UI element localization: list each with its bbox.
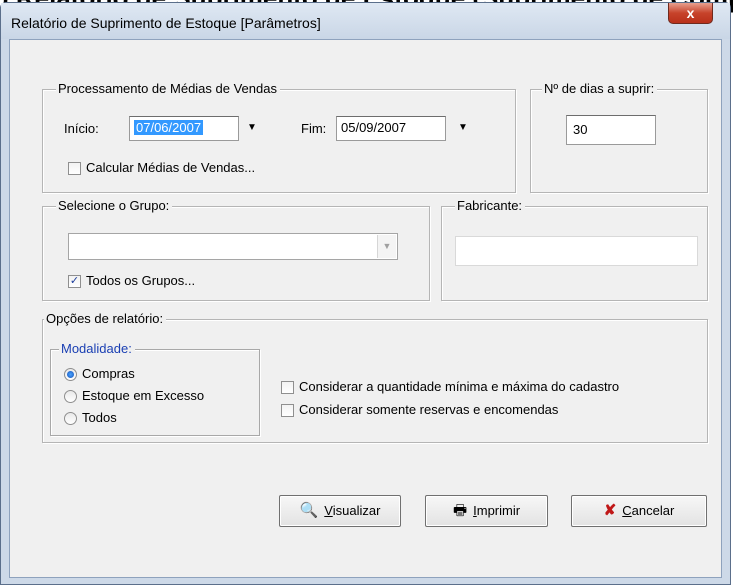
visualizar-label: isualizar bbox=[332, 503, 381, 518]
checkmark-icon: ✓ bbox=[69, 275, 80, 287]
reservas-checkbox[interactable] bbox=[281, 404, 294, 417]
radio-compras-label: Compras bbox=[82, 366, 135, 381]
dias-group: Nº de dias a suprir: 30 bbox=[530, 81, 708, 193]
dias-value: 30 bbox=[573, 122, 588, 137]
inicio-date-field[interactable]: 07/06/2007 bbox=[129, 116, 239, 141]
opcoes-legend: Opções de relatório: bbox=[44, 311, 167, 326]
calcular-checkbox[interactable] bbox=[68, 162, 81, 175]
cancelar-button[interactable]: ✘ Cancelar bbox=[571, 495, 707, 527]
modalidade-group: Modalidade: Compras Estoque em Excesso T… bbox=[50, 341, 260, 436]
fim-dropdown-icon[interactable]: ▼ bbox=[458, 122, 468, 133]
dias-input[interactable]: 30 bbox=[566, 115, 656, 145]
grupo-combobox[interactable]: ▼ bbox=[68, 233, 398, 260]
reservas-label: Considerar somente reservas e encomendas bbox=[299, 402, 559, 417]
radio-compras[interactable] bbox=[64, 368, 77, 381]
cancelar-mnemonic: C bbox=[622, 503, 632, 518]
medias-group: Processamento de Médias de Vendas Início… bbox=[42, 81, 516, 193]
fim-value: 05/09/2007 bbox=[341, 120, 407, 135]
todos-grupos-checkbox[interactable]: ✓ bbox=[68, 275, 81, 288]
zoom-icon: 🔍 bbox=[299, 502, 319, 519]
fabricante-group: Fabricante: bbox=[441, 198, 708, 301]
radio-todos[interactable] bbox=[64, 412, 77, 425]
fabricante-input[interactable] bbox=[455, 236, 698, 266]
title-bar: Relatório de Suprimento de Estoque [Parâ… bbox=[1, 3, 730, 39]
radio-todos-label: Todos bbox=[82, 410, 117, 425]
cancelar-label: ancelar bbox=[631, 503, 675, 518]
grupo-group: Selecione o Grupo: ▼ ✓ Todos os Grupos..… bbox=[42, 198, 430, 301]
inicio-dropdown-icon[interactable]: ▼ bbox=[247, 122, 257, 133]
minmax-label: Considerar a quantidade mínima e máxima … bbox=[299, 379, 620, 394]
dialog-client-area: Processamento de Médias de Vendas Início… bbox=[9, 39, 722, 578]
opcoes-group: Opções de relatório: Modalidade: Compras… bbox=[42, 311, 708, 443]
cancel-x-icon: ✘ bbox=[603, 502, 617, 519]
minmax-checkbox[interactable] bbox=[281, 381, 294, 394]
fabricante-legend: Fabricante: bbox=[455, 198, 526, 213]
radio-estoque-excesso[interactable] bbox=[64, 390, 77, 403]
medias-legend: Processamento de Médias de Vendas bbox=[56, 81, 280, 96]
radio-estoque-excesso-label: Estoque em Excesso bbox=[82, 388, 205, 403]
close-button[interactable]: x bbox=[668, 3, 713, 24]
inicio-value: 07/06/2007 bbox=[134, 120, 204, 135]
todos-grupos-label: Todos os Grupos... bbox=[86, 273, 196, 288]
fim-label: Fim: bbox=[301, 121, 327, 136]
grupo-legend: Selecione o Grupo: bbox=[56, 198, 173, 213]
grupo-combo-arrow-icon[interactable]: ▼ bbox=[377, 235, 396, 258]
dias-legend: Nº de dias a suprir: bbox=[542, 81, 658, 96]
calcular-label: Calcular Médias de Vendas... bbox=[86, 160, 256, 175]
imprimir-label: mprimir bbox=[476, 503, 521, 518]
printer-icon: 🖶 bbox=[452, 502, 468, 519]
imprimir-button[interactable]: 🖶 Imprimir bbox=[425, 495, 548, 527]
visualizar-button[interactable]: 🔍 Visualizar bbox=[279, 495, 401, 527]
inicio-label: Início: bbox=[64, 121, 99, 136]
modalidade-legend: Modalidade: bbox=[59, 341, 135, 356]
window-title: Relatório de Suprimento de Estoque [Parâ… bbox=[11, 15, 321, 31]
dialog-window: Relatório de Suprimento de Estoque [Parâ… bbox=[0, 2, 731, 585]
visualizar-mnemonic: V bbox=[324, 503, 333, 518]
fim-date-field[interactable]: 05/09/2007 bbox=[336, 116, 446, 141]
